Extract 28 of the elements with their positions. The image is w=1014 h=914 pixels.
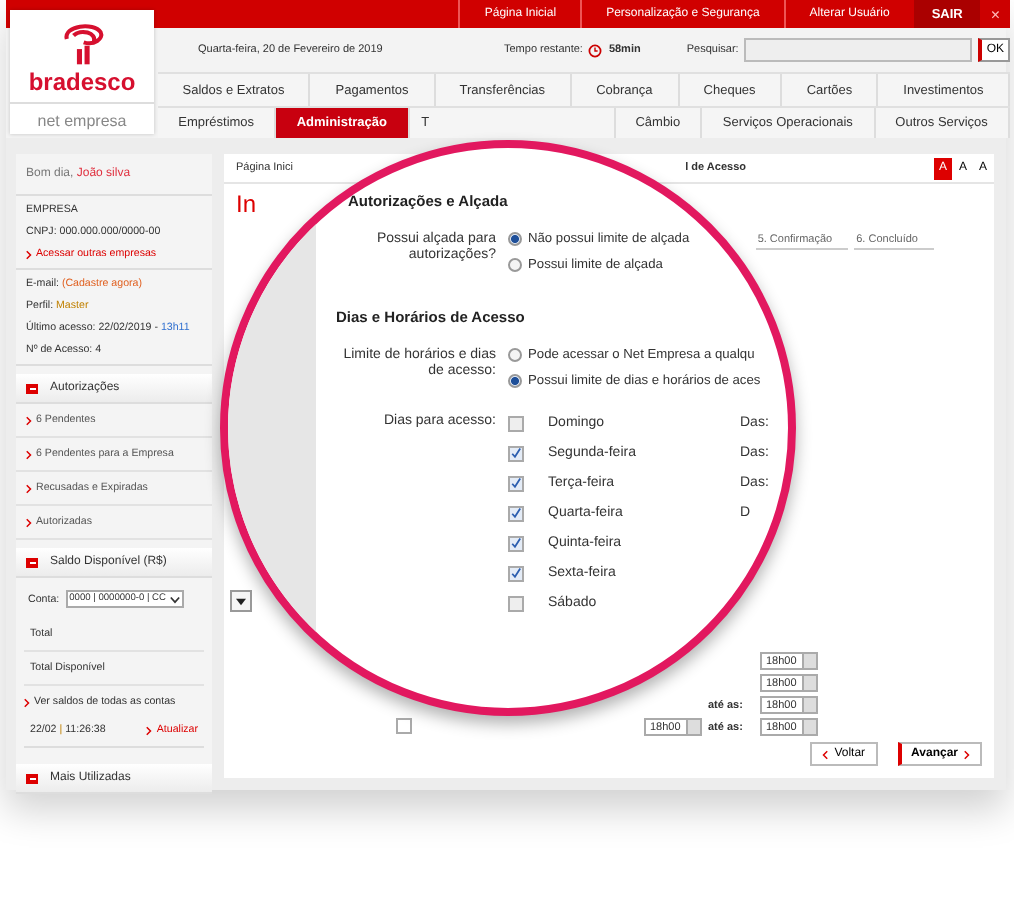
chevron-left-icon [822,749,829,759]
checkbox[interactable] [508,475,524,491]
checkbox[interactable] [508,415,524,431]
checkbox[interactable] [396,717,412,733]
caret-icon [686,720,701,734]
page-title: In [234,188,259,222]
chevron-icon [26,249,32,259]
checkbox[interactable] [508,565,524,581]
chevron-icon [26,415,32,425]
checkbox[interactable] [508,595,524,611]
chevron-icon [24,697,30,707]
chevron-right-icon [964,749,970,759]
chevron-icon [146,725,153,735]
collapse-icon[interactable] [26,557,38,567]
chevron-icon [26,449,32,459]
chevron-icon [26,483,32,493]
close-button[interactable]: × [980,0,1011,28]
collapse-icon[interactable] [26,383,38,393]
logo-subtitle: net empresa [37,112,127,130]
caret-icon [169,595,180,603]
checkbox[interactable] [508,535,524,551]
checkbox[interactable] [508,445,524,461]
collapse-icon[interactable] [26,773,38,783]
logo-wordmark: bradesco [10,68,154,104]
checkbox[interactable] [508,505,524,521]
chevron-icon [26,517,32,527]
clock-icon [588,43,603,57]
search-field[interactable] [744,38,973,62]
